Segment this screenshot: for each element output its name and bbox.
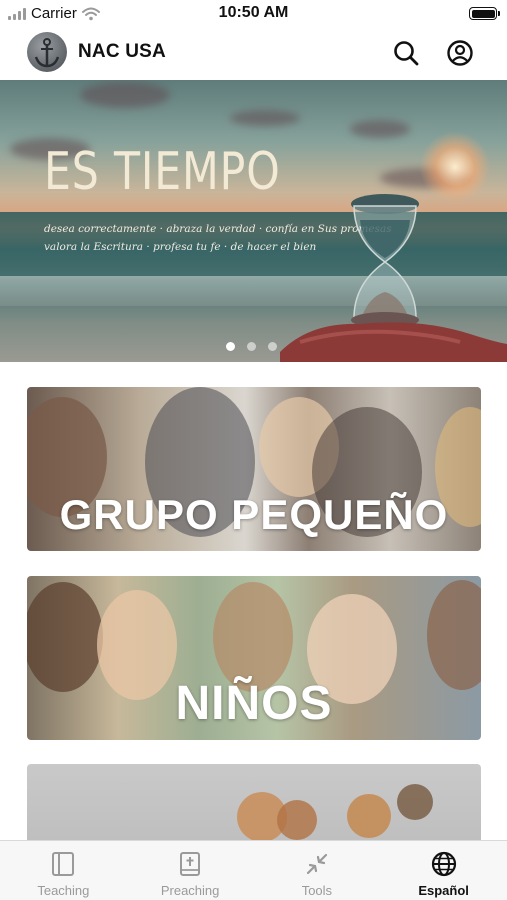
sunset-sun <box>420 132 490 202</box>
banner-subtitle-line1: desea correctamente · abraza la verdad ·… <box>44 223 392 235</box>
carousel-indicator[interactable] <box>226 342 277 351</box>
hero-banner[interactable]: ES TIEMPO desea correctamente · abraza l… <box>0 80 507 362</box>
tab-tools-label: Tools <box>301 883 333 898</box>
anchor-logo-icon[interactable] <box>27 32 67 72</box>
carousel-dot[interactable] <box>247 342 256 351</box>
app-header: NAC USA <box>0 28 507 78</box>
banner-title: ES TIEMPO <box>44 142 281 202</box>
kids-label: NIÑOS <box>175 677 333 730</box>
small-group-label: GRUPO PEQUEÑO <box>59 491 449 538</box>
hourglass-icon <box>351 194 419 328</box>
small-group-card[interactable]: GRUPO PEQUEÑO <box>27 387 481 551</box>
carousel-dot[interactable] <box>268 342 277 351</box>
tab-preaching-label: Preaching <box>160 883 220 898</box>
tab-teaching[interactable]: Teaching <box>0 841 127 900</box>
search-button[interactable] <box>390 37 422 69</box>
hand-image <box>280 322 507 362</box>
book-icon <box>52 852 75 876</box>
tab-teaching-label: Teaching <box>37 883 90 898</box>
collapse-arrows-icon <box>306 853 327 875</box>
tab-bar: Teaching Preaching Tools Español <box>0 840 507 900</box>
banner-subtitle-line2: valora la Escritura · profesa tu fe · de… <box>44 241 317 253</box>
search-icon <box>394 41 419 66</box>
tab-espanol[interactable]: Español <box>380 841 507 900</box>
account-icon <box>447 40 473 66</box>
status-time: 10:50 AM <box>218 4 289 21</box>
tab-espanol-label: Español <box>418 883 469 898</box>
account-button[interactable] <box>444 37 476 69</box>
status-bar: Carrier 10:50 AM <box>0 0 507 28</box>
globe-icon <box>431 851 456 877</box>
bible-icon <box>180 852 201 876</box>
tab-tools[interactable]: Tools <box>254 841 381 900</box>
app-title: NAC USA <box>78 41 166 62</box>
battery-icon <box>469 7 500 20</box>
carousel-dot[interactable] <box>226 342 235 351</box>
tab-preaching[interactable]: Preaching <box>127 841 254 900</box>
kids-card[interactable]: NIÑOS <box>27 576 481 740</box>
